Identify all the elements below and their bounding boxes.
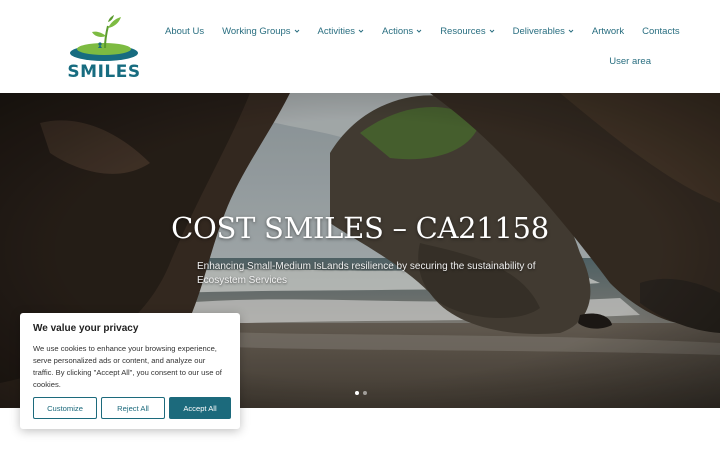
nav-user-area[interactable]: User area [609,56,651,67]
nav-item-label: Deliverables [512,25,565,37]
nav-contacts[interactable]: Contacts [642,22,680,40]
nav-deliverables[interactable]: Deliverables [513,22,574,40]
slider-pagination [355,391,367,395]
nav-actions[interactable]: Actions [382,22,422,40]
nav-item-label: About Us [165,25,205,37]
nav-item-label: Contacts [642,25,680,37]
chevron-down-icon [358,29,364,33]
logo-wordmark: SMILES [67,62,141,82]
nav-item-label: Working Groups [222,25,291,37]
nav-working-groups[interactable]: Working Groups [222,22,299,40]
cookie-description: We use cookies to enhance your browsing … [33,344,222,389]
accept-all-button[interactable]: Accept All [169,397,231,419]
chevron-down-icon [416,29,422,33]
reject-all-button[interactable]: Reject All [101,397,165,419]
nav-item-label: Resources [440,25,486,37]
nav-activities[interactable]: Activities [318,22,364,40]
nav-about-us[interactable]: About Us [165,22,204,40]
nav-item-label: Activities [317,25,356,37]
slider-dot-1[interactable] [355,391,359,395]
nav-artwork[interactable]: Artwork [592,22,624,40]
cookie-consent-banner: We value your privacy We use cookies to … [20,313,240,429]
nav-resources[interactable]: Resources [440,22,494,40]
cookie-title: We value your privacy [33,323,139,334]
nav-item-label: Actions [382,25,414,37]
hero-subtitle: Enhancing Small-Medium IsLands resilienc… [197,261,536,286]
chevron-down-icon [489,29,494,33]
island-sprout-icon [70,15,138,61]
chevron-down-icon [294,29,299,33]
smiles-logo[interactable]: SMILES [66,14,142,82]
slider-dot-2[interactable] [363,391,367,395]
main-navigation: About Us Working Groups Activities Actions R… [165,22,680,40]
chevron-down-icon [568,29,574,33]
customize-button[interactable]: Customize [33,397,97,419]
cookie-actions: Customize Reject All Accept All [33,397,231,419]
nav-item-label: Artwork [591,25,625,37]
site-header: SMILES About Us Working Groups Activities A… [0,0,720,93]
hero-title: COST SMILES – CA21158 [171,211,549,245]
